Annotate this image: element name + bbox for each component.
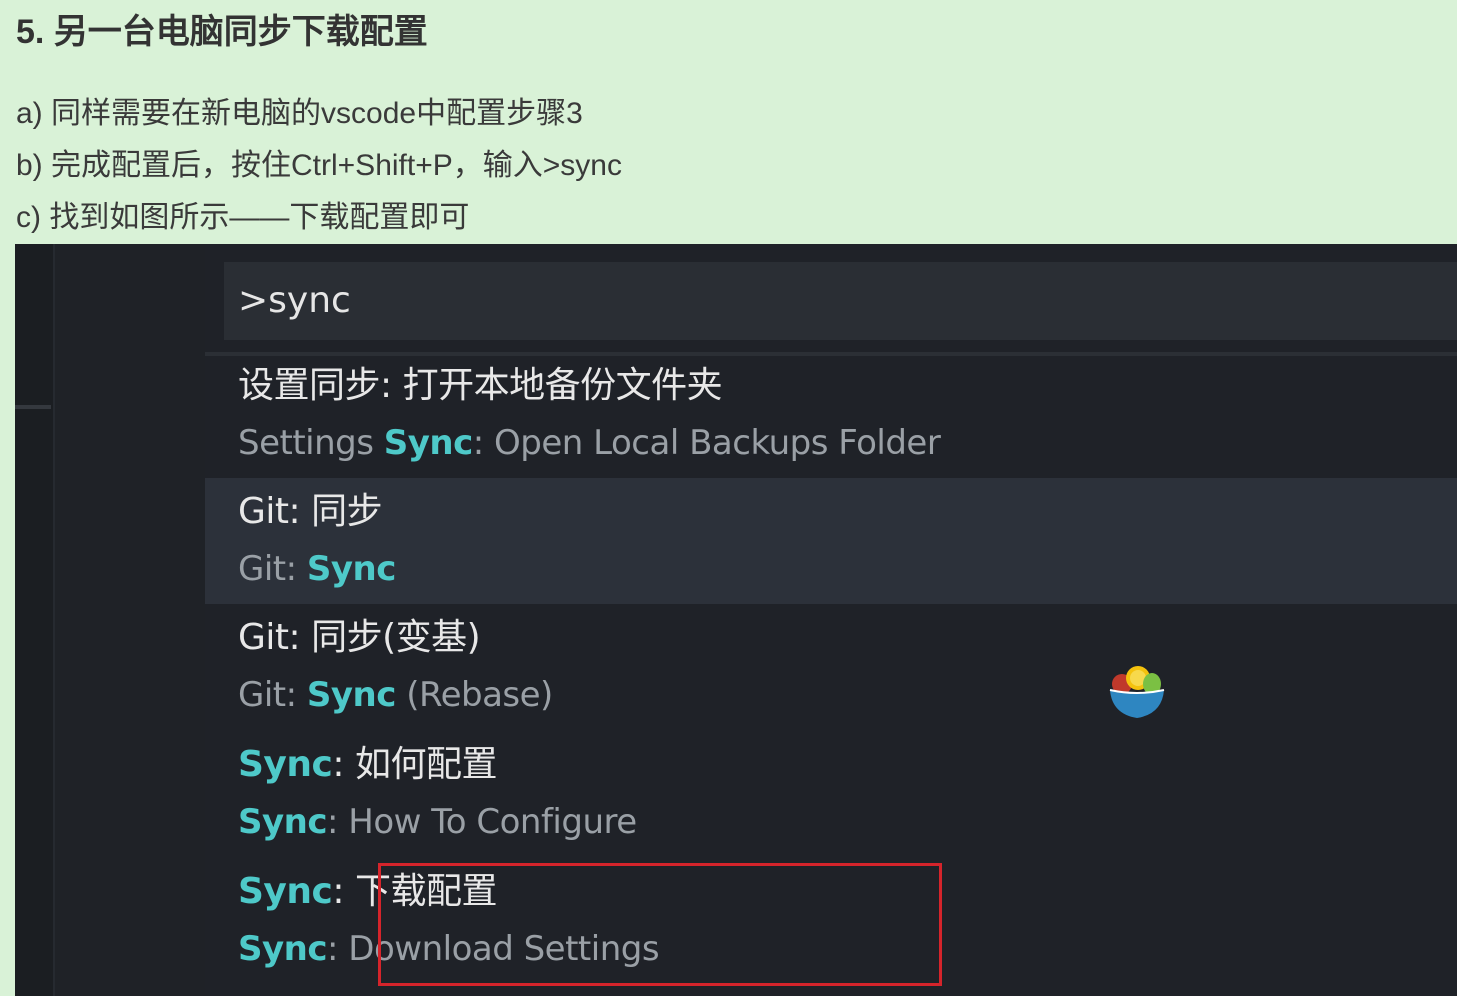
command-item-open-local-backups[interactable]: 设置同步: 打开本地备份文件夹 Settings Sync: Open Loca… xyxy=(205,352,1457,478)
command-item-subtitle: Git: Sync xyxy=(238,545,396,593)
command-en-label: : Open Local Backups Folder xyxy=(472,423,941,463)
command-en-label: (Rebase) xyxy=(395,675,553,715)
command-label: : 如何配置 xyxy=(332,744,497,785)
match-highlight: Sync xyxy=(238,871,333,912)
command-label: 同步 xyxy=(311,491,383,532)
match-highlight: Sync xyxy=(238,802,328,842)
match-highlight: Sync xyxy=(238,744,333,785)
command-palette-input[interactable]: >sync xyxy=(224,262,1457,340)
fruit-bowl-icon xyxy=(1109,666,1165,718)
activity-bar-indicator xyxy=(15,405,51,409)
command-item-title: Git: 同步 xyxy=(238,488,383,536)
command-label: 打开本地备份文件夹 xyxy=(402,365,723,406)
step-c: c) 找到如图所示——下载配置即可 xyxy=(16,201,470,234)
command-en-prefix: Settings xyxy=(238,423,384,463)
step-b: b) 完成配置后，按住Ctrl+Shift+P，输入>sync xyxy=(16,149,622,182)
command-palette: >sync 设置同步: 打开本地备份文件夹 Settings Sync: Ope… xyxy=(205,244,1457,996)
annotation-highlight-box xyxy=(378,863,942,986)
step-a: a) 同样需要在新电脑的vscode中配置步骤3 xyxy=(16,97,583,130)
command-label: 同步(变基) xyxy=(311,617,481,658)
command-category: Git: xyxy=(238,617,312,658)
command-item-git-sync[interactable]: Git: 同步 Git: Sync xyxy=(205,478,1457,604)
command-en-prefix: Git: xyxy=(238,675,307,715)
command-item-subtitle: Sync: How To Configure xyxy=(238,798,637,846)
command-item-git-sync-rebase[interactable]: Git: 同步(变基) Git: Sync (Rebase) xyxy=(205,604,1457,730)
command-item-title: Sync: 如何配置 xyxy=(238,741,497,789)
editor-gutter xyxy=(55,244,205,996)
match-highlight: Sync xyxy=(238,929,328,969)
command-item-title: Git: 同步(变基) xyxy=(238,614,481,662)
command-en-label: : How To Configure xyxy=(327,802,637,842)
command-item-title: 设置同步: 打开本地备份文件夹 xyxy=(238,362,723,410)
command-category: 设置同步: xyxy=(238,365,403,406)
command-item-sync-how-to-configure[interactable]: Sync: 如何配置 Sync: How To Configure xyxy=(205,731,1457,857)
match-highlight: Sync xyxy=(306,549,397,589)
activity-bar xyxy=(15,244,55,996)
command-item-subtitle: Settings Sync: Open Local Backups Folder xyxy=(238,419,941,467)
match-highlight: Sync xyxy=(306,675,397,715)
command-item-subtitle: Git: Sync (Rebase) xyxy=(238,671,553,719)
section-heading: 5. 另一台电脑同步下载配置 xyxy=(16,13,428,51)
vscode-screenshot: >sync 设置同步: 打开本地备份文件夹 Settings Sync: Ope… xyxy=(15,244,1457,996)
command-category: Git: xyxy=(238,491,312,532)
match-highlight: Sync xyxy=(383,423,474,463)
command-en-prefix: Git: xyxy=(238,549,307,589)
